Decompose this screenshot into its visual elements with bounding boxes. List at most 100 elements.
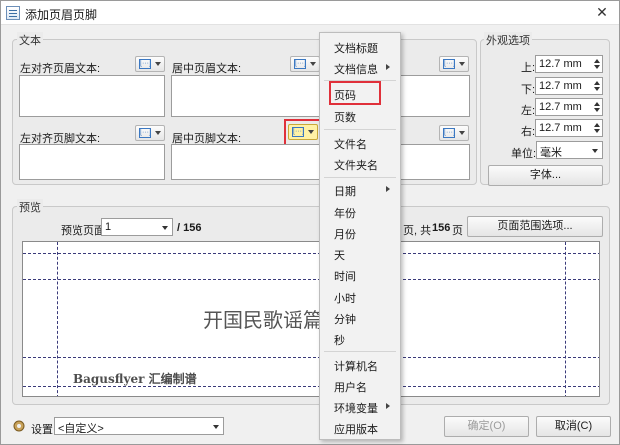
page-range-suffix: 页 [452,225,463,237]
right-header-macro-button[interactable]: [···] [439,56,469,72]
left-margin-value: 12.7 mm [539,101,582,113]
header-bottom-guide [23,279,599,280]
left-header-macro-button[interactable]: [···] [135,56,165,72]
menu-item-label: 月份 [334,229,356,241]
menu-item-doc-info[interactable]: 文档信息 [320,57,400,78]
chevron-down-icon [459,62,465,66]
right-header-textbox[interactable] [399,75,470,117]
menu-item-user-name[interactable]: 用户名 [320,375,400,396]
spin-up-icon[interactable] [594,81,600,85]
right-footer-textbox[interactable] [399,144,470,180]
menu-item-computer-name[interactable]: 计算机名 [320,354,400,375]
left-margin-label: 左: [521,105,536,117]
preview-header-text: 开国民歌谣篇 [203,308,323,332]
bottom-margin-spinner[interactable]: 12.7 mm [535,77,603,95]
title-bar: 添加页眉页脚 ✕ [1,1,619,25]
right-margin-value: 12.7 mm [539,122,582,134]
chevron-down-icon [155,62,161,66]
left-footer-macro-button[interactable]: [···] [135,125,165,141]
menu-item-label: 用户名 [334,382,367,394]
menu-item-second[interactable]: 秒 [320,328,400,349]
menu-item-date[interactable]: 日期 [320,179,400,200]
chevron-down-icon [592,149,598,153]
left-margin-spinner[interactable]: 12.7 mm [535,98,603,116]
window-title: 添加页眉页脚 [25,8,98,22]
footer-top-guide [23,357,599,358]
bottom-margin-label: 下: [521,84,536,96]
menu-item-label: 环境变量 [334,403,378,415]
top-margin-value: 12.7 mm [539,58,582,70]
macro-icon: [···] [294,59,306,69]
gear-icon [13,420,25,432]
menu-item-month[interactable]: 月份 [320,222,400,243]
menu-item-app-version[interactable]: 应用版本 [320,417,400,438]
spin-down-icon[interactable] [594,129,600,133]
menu-item-label: 年份 [334,208,356,220]
settings-select[interactable]: <自定义> [54,417,224,435]
macro-icon: [···] [443,59,455,69]
spin-down-icon[interactable] [594,108,600,112]
macro-menu: 文档标题 文档信息 页码 页数 文件名 文件夹名 日期 年份 月份 天 时间 小… [319,32,401,440]
left-header-textbox[interactable] [19,75,165,117]
menu-item-label: 文档信息 [334,64,378,76]
center-header-textbox[interactable] [171,75,321,117]
page-range-options-button[interactable]: 页面范围选项... [467,216,603,237]
spin-down-icon[interactable] [594,65,600,69]
right-margin-guide [565,242,566,396]
menu-item-label: 文件名 [334,139,367,151]
text-group-title: 文本 [17,32,43,48]
macro-icon: [···] [443,128,455,138]
right-footer-macro-button[interactable]: [···] [439,125,469,141]
menu-item-env-variable[interactable]: 环境变量 [320,396,400,417]
center-header-macro-button[interactable]: [···] [290,56,320,72]
menu-item-time[interactable]: 时间 [320,264,400,285]
menu-separator [324,351,396,352]
settings-label: 设置: [31,424,57,436]
menu-item-hour[interactable]: 小时 [320,286,400,307]
submenu-arrow-icon [386,64,390,70]
preview-page-spinner[interactable]: 1 [101,218,173,236]
unit-value: 毫米 [540,147,562,159]
appearance-group-title: 外观选项 [484,32,532,48]
center-footer-textbox[interactable] [171,144,321,180]
menu-separator [324,177,396,178]
preview-page-value: 1 [105,221,112,233]
submenu-arrow-icon [386,186,390,192]
left-footer-textbox[interactable] [19,144,165,180]
menu-item-page-count[interactable]: 页数 [320,105,400,126]
unit-select[interactable]: 毫米 [536,141,603,159]
preview-footer-text: Bagusflyer 汇编制谱 [73,372,197,386]
menu-item-minute[interactable]: 分钟 [320,307,400,328]
macro-icon: [···] [139,128,151,138]
center-header-label: 居中页眉文本: [172,63,242,75]
spin-up-icon[interactable] [594,102,600,106]
cancel-button[interactable]: 取消(C) [536,416,611,437]
menu-item-label: 应用版本 [334,424,378,436]
spin-up-icon[interactable] [594,59,600,63]
menu-item-label: 时间 [334,271,356,283]
menu-item-folder-name[interactable]: 文件夹名 [320,153,400,174]
left-margin-guide [57,242,58,396]
spin-up-icon[interactable] [594,123,600,127]
close-button[interactable]: ✕ [587,1,617,23]
menu-item-year[interactable]: 年份 [320,201,400,222]
menu-item-label: 页数 [334,112,356,124]
menu-item-file-name[interactable]: 文件名 [320,132,400,153]
add-header-footer-dialog: 添加页眉页脚 ✕ 文本 左对齐页眉文本: [···] 居中页眉文本: [···]… [0,0,620,445]
chevron-down-icon [162,226,168,230]
menu-item-doc-title[interactable]: 文档标题 [320,36,400,57]
menu-item-day[interactable]: 天 [320,243,400,264]
menu-item-label: 文件夹名 [334,160,378,172]
menu-item-label: 日期 [334,186,356,198]
menu-item-label: 小时 [334,293,356,305]
page-range-total: 156 [432,222,451,234]
page-range-prefix: 页, 共 [403,225,432,237]
right-margin-spinner[interactable]: 12.7 mm [535,119,603,137]
spin-down-icon[interactable] [594,87,600,91]
page-number-highlight [329,81,381,105]
font-button[interactable]: 字体... [488,165,603,186]
menu-item-label: 计算机名 [334,361,378,373]
ok-button[interactable]: 确定(O) [444,416,529,437]
preview-group-title: 预览 [17,199,43,215]
top-margin-spinner[interactable]: 12.7 mm [535,55,603,73]
